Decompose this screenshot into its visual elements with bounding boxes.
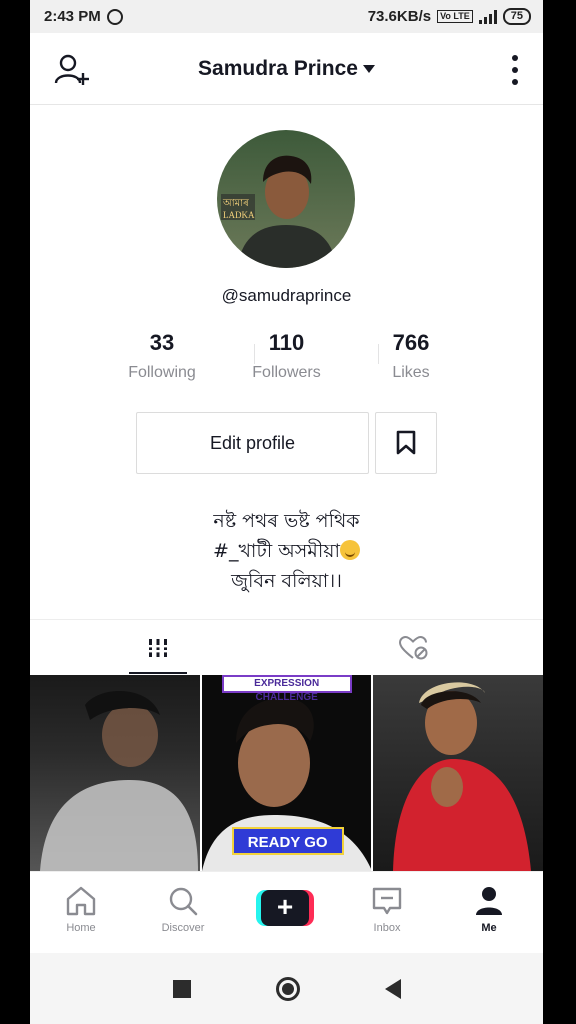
video-thumbnail[interactable] xyxy=(373,675,543,871)
whatsapp-icon xyxy=(106,8,123,25)
stat-likes[interactable]: 766 Likes xyxy=(349,330,473,390)
signal-icon xyxy=(478,9,497,24)
nav-inbox-label: Inbox xyxy=(373,922,401,934)
profile-icon xyxy=(476,887,502,915)
nav-home[interactable]: Home xyxy=(30,872,132,953)
nav-create[interactable]: + xyxy=(234,872,336,953)
videos-grid-icon xyxy=(147,639,169,657)
grinning-face-icon xyxy=(339,540,360,560)
account-switcher[interactable]: Samudra Prince xyxy=(30,57,543,81)
favorites-button[interactable] xyxy=(375,412,437,474)
more-options-icon[interactable] xyxy=(511,55,519,85)
status-bar: 2:43 PM 73.6KB/s Vo LTE 75 xyxy=(30,0,543,33)
network-speed: 73.6KB/s xyxy=(367,8,432,25)
content-tabs xyxy=(30,619,543,675)
stat-followers[interactable]: 110 Followers xyxy=(225,330,349,390)
bookmark-icon xyxy=(396,430,416,455)
bio-line: #_খাটী অসমীয়া xyxy=(213,540,340,562)
profile-handle: @samudraprince xyxy=(221,286,352,305)
profile-header: Samudra Prince xyxy=(30,33,543,105)
phone-screen: 2:43 PM 73.6KB/s Vo LTE 75 Samudra Princ… xyxy=(30,0,543,1024)
video-grid: EXPRESSION CHALLENGE READY GO xyxy=(30,675,543,871)
following-count: 33 xyxy=(149,330,175,355)
avatar[interactable]: আমাৰ LADKA xyxy=(217,130,355,268)
system-navigation-bar xyxy=(30,953,543,1024)
followers-count: 110 xyxy=(268,330,305,355)
back-icon[interactable] xyxy=(384,978,401,999)
battery-indicator: 75 xyxy=(502,8,531,25)
recents-icon[interactable] xyxy=(172,979,191,998)
nav-discover[interactable]: Discover xyxy=(132,872,234,953)
bottom-navigation: Home Discover + Inbox Me xyxy=(30,871,543,953)
nav-me-label: Me xyxy=(481,922,497,934)
likes-label: Likes xyxy=(392,364,430,381)
inbox-icon xyxy=(372,887,402,915)
video-top-banner: EXPRESSION CHALLENGE xyxy=(221,675,352,703)
avatar-overlay-text: আমাৰ xyxy=(222,198,249,209)
tab-liked[interactable] xyxy=(286,620,542,676)
stat-following[interactable]: 33 Following xyxy=(100,330,224,390)
status-time: 2:43 PM xyxy=(44,8,101,25)
video-thumbnail[interactable] xyxy=(30,675,200,871)
home-button-icon[interactable] xyxy=(275,976,300,1001)
bio-line: নষ্ট পথৰ ভষ্ট পথিক xyxy=(213,510,360,532)
edit-profile-button[interactable]: Edit profile xyxy=(136,412,369,474)
account-name: Samudra Prince xyxy=(198,57,358,80)
liked-heart-icon xyxy=(399,636,428,660)
search-icon xyxy=(169,887,198,916)
nav-inbox[interactable]: Inbox xyxy=(336,872,438,953)
video-bottom-banner: READY GO xyxy=(231,827,344,855)
svg-text:LADKA: LADKA xyxy=(223,210,255,220)
profile-stats: 33 Following 110 Followers 766 Likes xyxy=(100,330,473,390)
volte-badge: Vo LTE xyxy=(437,10,473,23)
followers-label: Followers xyxy=(252,364,321,381)
bio-line: জুবিন বলিয়া।। xyxy=(231,570,342,592)
chevron-down-icon xyxy=(362,65,375,74)
nav-home-label: Home xyxy=(66,922,96,934)
video-thumbnail[interactable]: EXPRESSION CHALLENGE READY GO xyxy=(201,675,372,871)
profile-bio: নষ্ট পথৰ ভষ্ট পথিক #_খাটী অসমীয়া জুবিন … xyxy=(30,506,543,596)
create-icon: + xyxy=(256,890,314,926)
home-icon xyxy=(66,886,96,916)
nav-me[interactable]: Me xyxy=(438,872,540,953)
nav-discover-label: Discover xyxy=(161,922,205,934)
likes-count: 766 xyxy=(392,330,430,355)
following-label: Following xyxy=(128,364,196,381)
tab-videos[interactable] xyxy=(30,620,286,676)
